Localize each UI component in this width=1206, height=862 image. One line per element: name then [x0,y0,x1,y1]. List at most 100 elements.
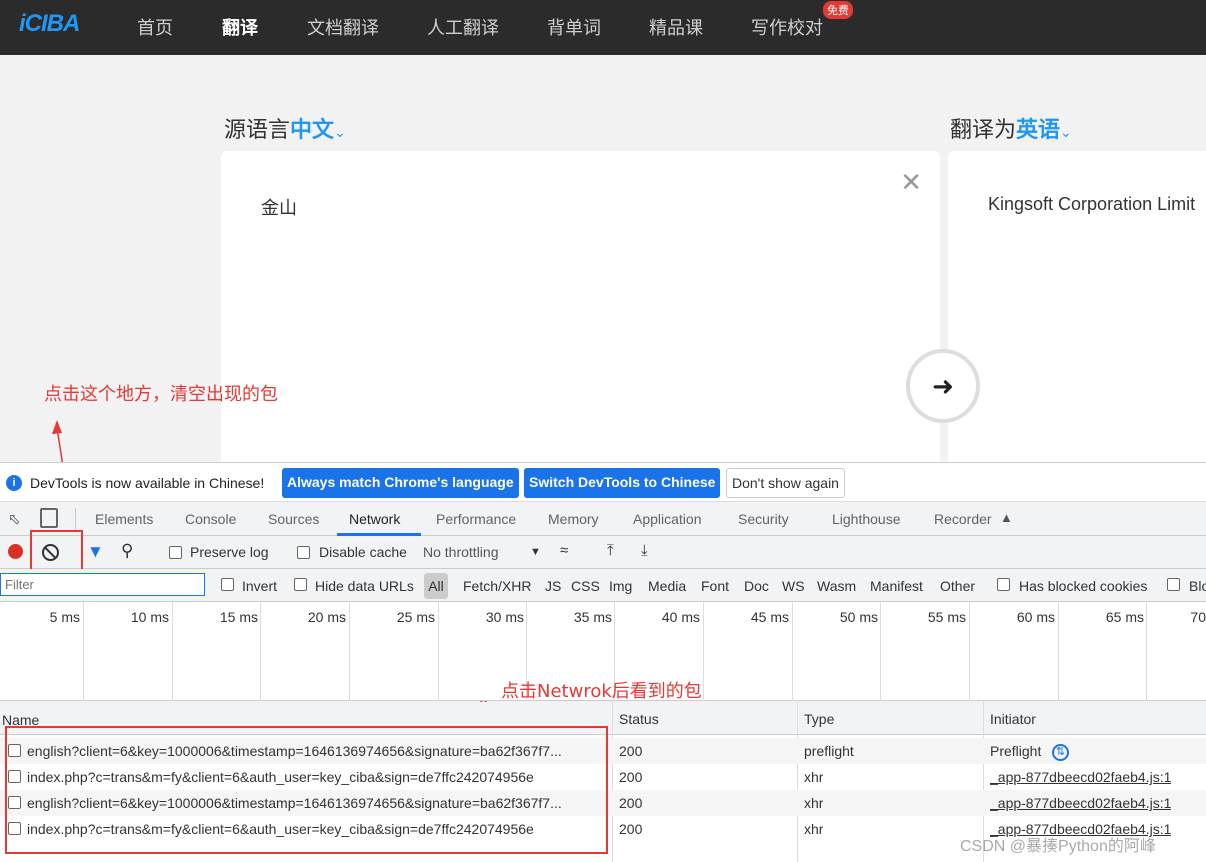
filter-input[interactable] [1,574,204,595]
filter-type-doc[interactable]: Doc [744,578,769,594]
source-panel[interactable]: 金山 ✕ [221,151,940,466]
nav-human-translate[interactable]: 人工翻译 [427,14,499,40]
tab-lighthouse[interactable]: Lighthouse [832,511,901,527]
device-toolbar-icon[interactable] [40,508,58,528]
tab-recorder[interactable]: Recorder [934,511,992,527]
network-conditions-icon[interactable]: ≈ [560,542,568,559]
devtools-infobar: i DevTools is now available in Chinese! … [0,462,1206,502]
tab-network[interactable]: Network [349,511,400,527]
timeline-tick: 50 ms [839,609,878,625]
request-status: 200 [619,821,643,837]
preserve-log-label: Preserve log [190,544,269,560]
filter-type-css[interactable]: CSS [571,578,600,594]
target-language-value: 英语 [1016,118,1061,143]
filter-icon[interactable]: ▼ [87,542,104,562]
tab-elements[interactable]: Elements [95,511,153,527]
devtools-tabbar: ⬁ Elements Console Sources Network Perfo… [0,502,1206,536]
invert-label: Invert [242,578,278,594]
info-icon: i [6,475,22,491]
source-text[interactable]: 金山 [261,194,297,220]
target-language-selector[interactable]: 翻译为英语⌄ [950,112,1072,144]
timeline-tick: 20 ms [307,609,346,625]
search-icon[interactable]: ⚲ [121,541,133,561]
nav-vocabulary[interactable]: 背单词 [547,14,601,40]
annotation-clear-hint: 点击这个地方，清空出现的包 [44,384,278,405]
blocked-requests-checkbox[interactable] [1167,578,1180,591]
request-status: 200 [619,769,643,785]
tab-application[interactable]: Application [633,511,702,527]
translate-button[interactable]: ➜ [906,349,980,423]
nav-home[interactable]: 首页 [137,14,173,40]
match-language-button[interactable]: Always match Chrome's language [282,468,519,498]
filter-type-font[interactable]: Font [701,578,729,594]
record-icon[interactable] [8,544,23,559]
request-initiator[interactable]: _app-877dbeecd02faeb4.js:1 [990,769,1171,785]
filter-type-other[interactable]: Other [940,578,975,594]
dont-show-again-button[interactable]: Don't show again [726,468,845,498]
import-har-icon[interactable]: ⤒ [607,542,614,559]
grid-line [83,602,84,701]
request-status: 200 [619,743,643,759]
filter-bar: Invert Hide data URLs All Fetch/XHR JS C… [0,569,1206,602]
grid-line [1058,602,1059,701]
inspect-element-icon[interactable]: ⬁ [8,510,21,528]
tab-sources[interactable]: Sources [268,511,319,527]
filter-type-js[interactable]: JS [545,578,561,594]
preserve-log-checkbox[interactable] [169,546,182,559]
chevron-down-icon[interactable]: ▼ [530,546,541,558]
timeline-tick: 65 ms [1105,609,1144,625]
grid-line [438,602,439,701]
grid-line [969,602,970,701]
switch-to-chinese-button[interactable]: Switch DevTools to Chinese [524,468,721,498]
timeline-tick: 60 ms [1016,609,1055,625]
source-language-value: 中文 [290,118,335,143]
request-type: xhr [804,795,824,811]
column-type[interactable]: Type [804,711,834,727]
has-blocked-cookies-label: Has blocked cookies [1019,578,1148,594]
timeline-tick: 45 ms [750,609,789,625]
nav-doc-translate[interactable]: 文档翻译 [307,14,379,40]
column-initiator[interactable]: Initiator [990,711,1036,727]
filter-type-ws[interactable]: WS [782,578,805,594]
filter-type-img[interactable]: Img [609,578,632,594]
site-logo[interactable]: iCIBA [19,10,80,38]
filter-type-media[interactable]: Media [648,578,686,594]
request-initiator[interactable]: _app-877dbeecd02faeb4.js:1 [990,795,1171,811]
disable-cache-checkbox[interactable] [297,546,310,559]
flask-icon: ▲ [1000,510,1013,525]
tab-performance[interactable]: Performance [436,511,516,527]
throttling-select[interactable]: No throttling [423,544,498,560]
filter-type-manifest[interactable]: Manifest [870,578,923,594]
filter-type-wasm[interactable]: Wasm [817,578,856,594]
chevron-down-icon: ⌄ [334,125,346,141]
filter-type-fetch-xhr[interactable]: Fetch/XHR [463,578,531,594]
arrow-right-icon: ➜ [932,370,954,401]
request-status: 200 [619,795,643,811]
close-icon[interactable]: ✕ [900,167,922,198]
nav-courses[interactable]: 精品课 [649,14,703,40]
request-initiator: Preflight [990,743,1042,759]
nav-translate[interactable]: 翻译 [222,14,258,40]
column-status[interactable]: Status [619,711,659,727]
source-language-selector[interactable]: 源语言中文⌄ [224,112,346,144]
nav-writing-check[interactable]: 写作校对 [751,14,823,40]
timeline-tick: 55 ms [927,609,966,625]
grid-line [880,602,881,701]
has-blocked-cookies-checkbox[interactable] [997,578,1010,591]
filter-input-box[interactable] [0,573,205,596]
source-language-prefix: 源语言 [224,118,291,143]
timeline-tick: 70 [1190,609,1206,625]
result-text: Kingsoft Corporation Limit [988,194,1196,214]
tab-memory[interactable]: Memory [548,511,599,527]
filter-type-all[interactable]: All [424,573,448,599]
export-har-icon[interactable]: ⤓ [641,542,648,559]
blocked-requests-label: Blo [1189,578,1206,594]
timeline-tick: 35 ms [573,609,612,625]
timeline-tick: 40 ms [661,609,700,625]
preflight-icon[interactable]: ⇅ [1052,744,1069,761]
tab-security[interactable]: Security [738,511,789,527]
hide-data-urls-checkbox[interactable] [294,578,307,591]
screen: iCIBA 首页 翻译 文档翻译 人工翻译 背单词 精品课 写作校对 免费 源语… [0,0,1206,862]
tab-console[interactable]: Console [185,511,236,527]
invert-checkbox[interactable] [221,578,234,591]
